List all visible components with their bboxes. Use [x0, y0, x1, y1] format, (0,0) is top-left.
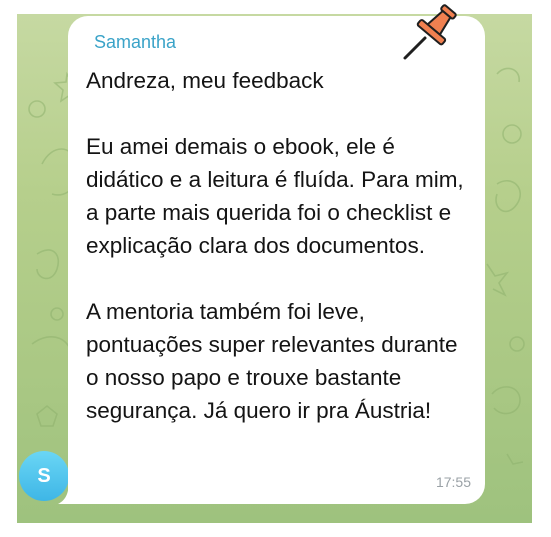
message-paragraph: Eu amei demais o ebook, ele é didático e…	[86, 134, 470, 258]
message-bubble[interactable]: Samantha Andreza, meu feedback Eu amei d…	[68, 16, 485, 504]
sender-name[interactable]: Samantha	[94, 32, 176, 53]
message-paragraph: A mentoria também foi leve, pontuações s…	[86, 299, 464, 423]
pushpin-icon	[403, 4, 457, 60]
avatar-initial: S	[37, 464, 51, 487]
message-timestamp: 17:55	[435, 474, 471, 490]
message-paragraph: Andreza, meu feedback	[86, 68, 324, 93]
message-text: Andreza, meu feedback Eu amei demais o e…	[86, 64, 476, 427]
